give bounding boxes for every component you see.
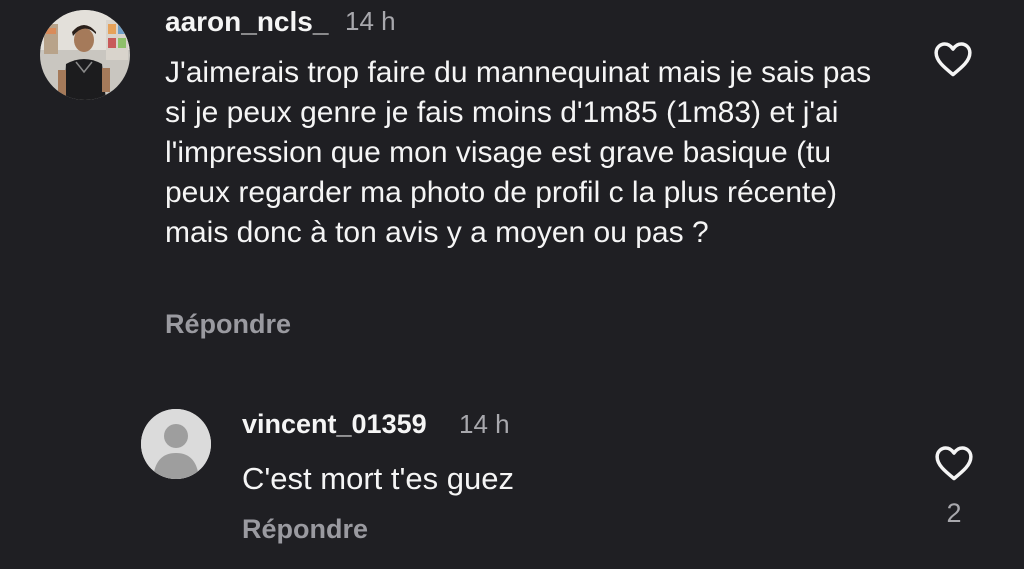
like-button[interactable] — [931, 37, 975, 81]
default-avatar-icon — [141, 409, 211, 479]
reply-button[interactable]: Répondre — [165, 309, 291, 340]
like-count: 2 — [946, 498, 962, 528]
heart-outline-icon — [935, 446, 973, 481]
profile-photo — [40, 10, 130, 100]
reply-comment-item: vincent_01359 14 h C'est mort t'es guez … — [0, 395, 1024, 569]
username[interactable]: aaron_ncls_ — [165, 6, 328, 38]
comment-text: J'aimerais trop faire du mannequinat mai… — [165, 56, 872, 249]
heart-outline-icon — [934, 42, 972, 77]
avatar[interactable] — [40, 10, 130, 100]
timestamp: 14 h — [345, 6, 396, 36]
avatar[interactable] — [141, 409, 211, 479]
comments-thread: aaron_ncls_ 14 h J'aimerais trop faire d… — [0, 0, 1024, 569]
like-button[interactable] — [932, 441, 976, 485]
timestamp: 14 h — [459, 409, 510, 439]
username[interactable]: vincent_01359 — [242, 409, 427, 440]
comment-text: C'est mort t'es guez — [242, 461, 514, 496]
reply-button[interactable]: Répondre — [242, 514, 368, 545]
comment-item: aaron_ncls_ 14 h J'aimerais trop faire d… — [0, 0, 1024, 360]
